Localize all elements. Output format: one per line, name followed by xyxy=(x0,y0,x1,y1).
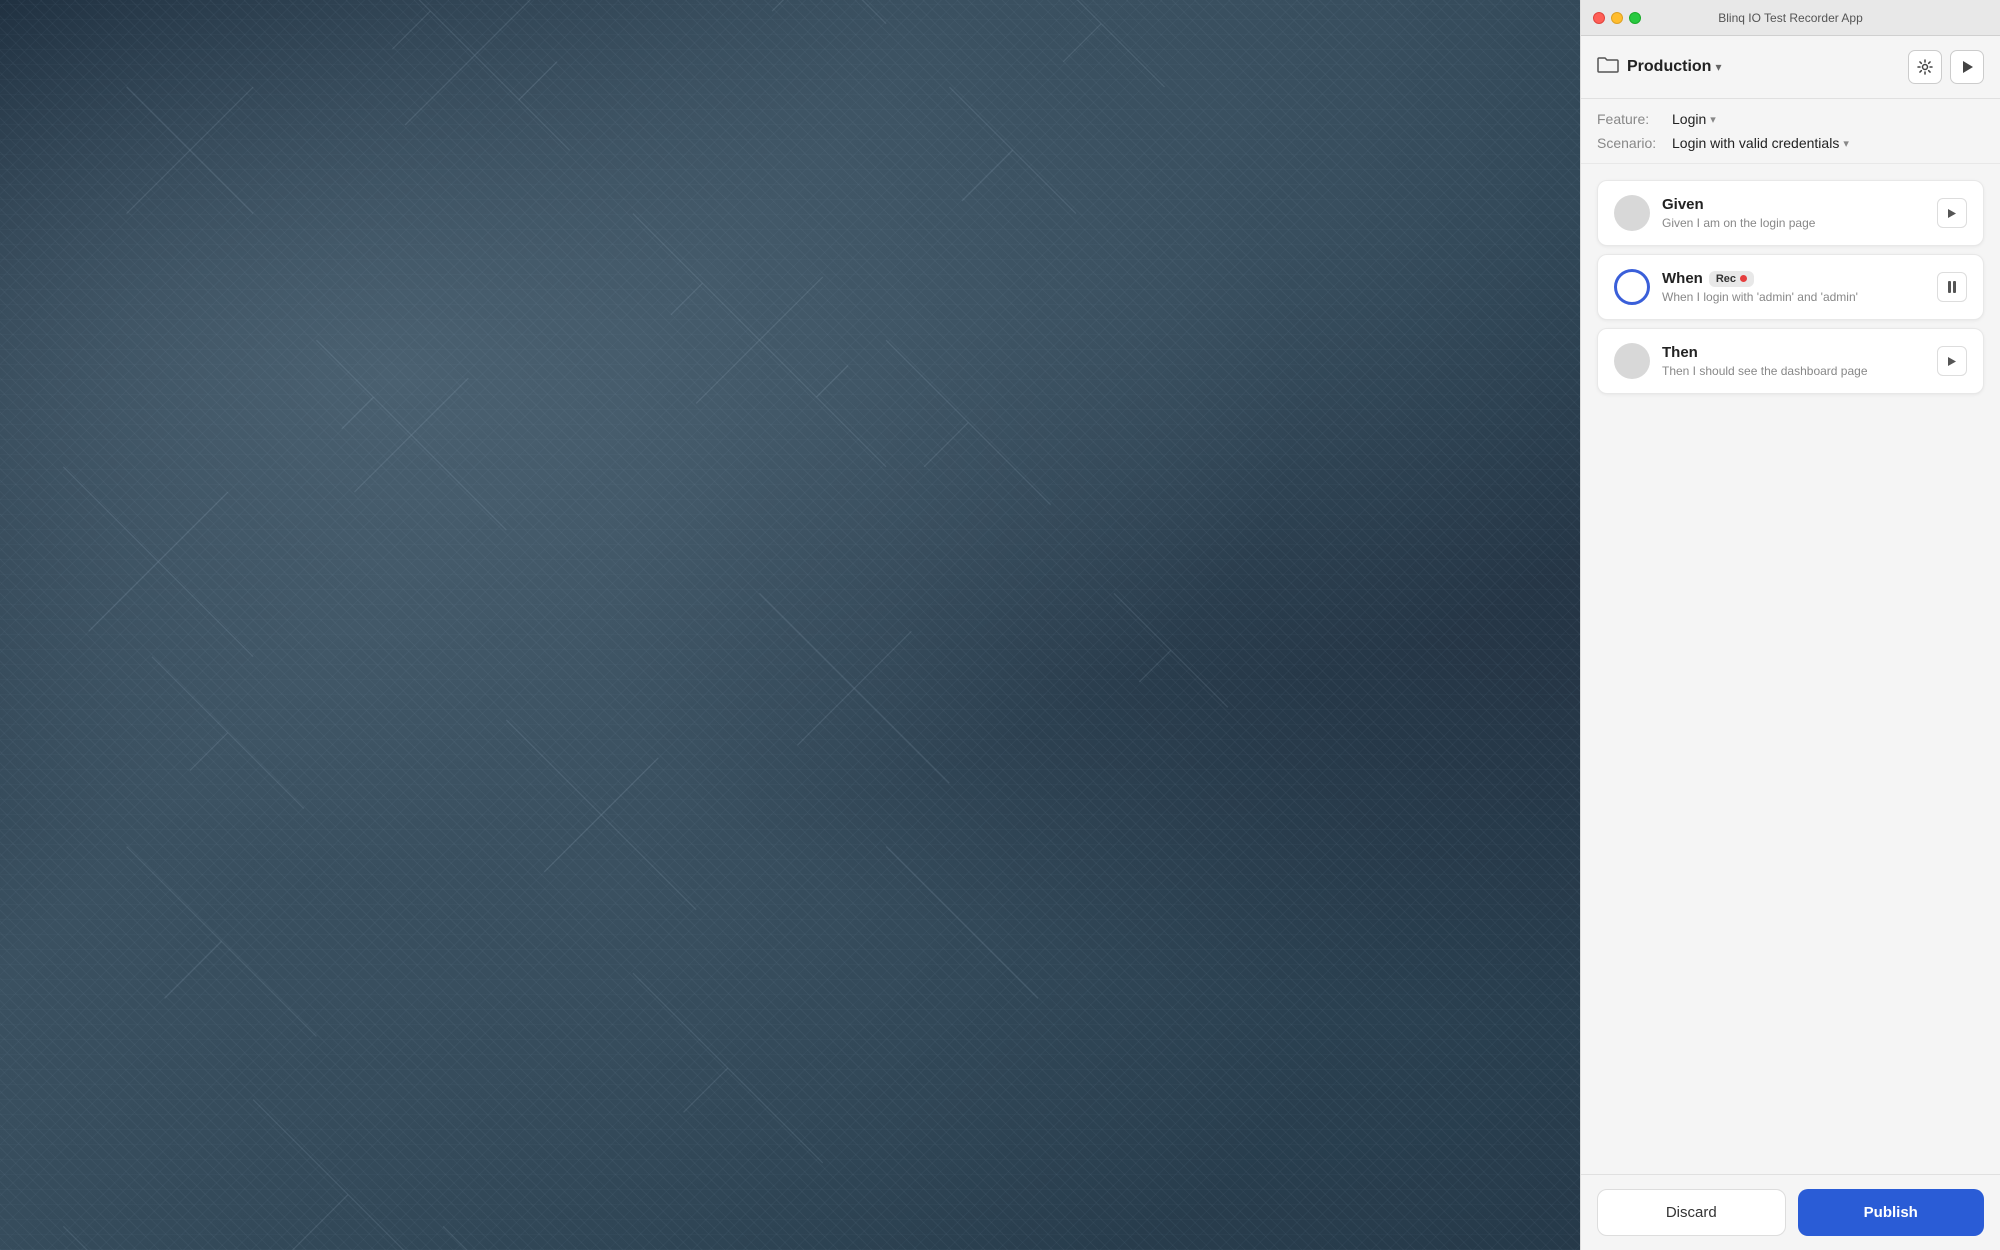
settings-button[interactable] xyxy=(1908,50,1942,84)
project-chevron-icon: ▾ xyxy=(1715,60,1721,74)
close-button[interactable] xyxy=(1593,12,1605,24)
maximize-button[interactable] xyxy=(1629,12,1641,24)
play-icon xyxy=(1947,208,1957,219)
title-bar: Blinq IO Test Recorder App xyxy=(1581,0,2000,36)
scenario-selector[interactable]: Login with valid credentials ▾ xyxy=(1672,135,1849,151)
project-name: Production xyxy=(1627,58,1711,76)
rec-dot-icon xyxy=(1740,275,1747,282)
feature-chevron-icon: ▾ xyxy=(1710,113,1716,126)
step-given: Given Given I am on the login page xyxy=(1597,180,1984,246)
app-content: Production ▾ xyxy=(1581,36,2000,1250)
step-then-play-button[interactable] xyxy=(1937,346,1967,376)
window-title: Blinq IO Test Recorder App xyxy=(1718,11,1863,25)
scenario-chevron-icon: ▾ xyxy=(1843,137,1849,150)
gear-icon xyxy=(1917,59,1933,75)
run-button[interactable] xyxy=(1950,50,1984,84)
rec-label: Rec xyxy=(1716,273,1736,285)
step-when-title-row: When Rec xyxy=(1662,270,1925,287)
traffic-lights xyxy=(1593,12,1641,24)
folder-icon xyxy=(1597,56,1619,79)
scenario-value: Login with valid credentials xyxy=(1672,135,1839,151)
step-then-description: Then I should see the dashboard page xyxy=(1662,364,1925,378)
toolbar-left: Production ▾ xyxy=(1597,56,1721,79)
step-when: When Rec When I login with 'admin' and '… xyxy=(1597,254,1984,320)
play-icon xyxy=(1947,356,1957,367)
step-then-info: Then Then I should see the dashboard pag… xyxy=(1662,344,1925,378)
publish-button[interactable]: Publish xyxy=(1798,1189,1985,1236)
play-triangle-icon xyxy=(1960,60,1974,74)
project-selector[interactable]: Production ▾ xyxy=(1627,58,1721,76)
scenario-label: Scenario: xyxy=(1597,135,1672,151)
step-given-title-row: Given xyxy=(1662,196,1925,213)
step-when-indicator xyxy=(1614,269,1650,305)
meta-section: Feature: Login ▾ Scenario: Login with va… xyxy=(1581,99,2000,164)
step-given-play-button[interactable] xyxy=(1937,198,1967,228)
pause-bar-right xyxy=(1953,281,1956,293)
feature-value: Login xyxy=(1672,111,1706,127)
pause-bar-left xyxy=(1948,281,1951,293)
step-given-indicator xyxy=(1614,195,1650,231)
feature-selector[interactable]: Login ▾ xyxy=(1672,111,1716,127)
step-then-indicator xyxy=(1614,343,1650,379)
discard-button[interactable]: Discard xyxy=(1597,1189,1786,1236)
step-then-title-row: Then xyxy=(1662,344,1925,361)
minimize-button[interactable] xyxy=(1611,12,1623,24)
step-when-keyword: When xyxy=(1662,270,1703,287)
pause-icon xyxy=(1948,281,1956,293)
toolbar: Production ▾ xyxy=(1581,36,2000,99)
feature-row: Feature: Login ▾ xyxy=(1597,111,1984,127)
rec-badge: Rec xyxy=(1709,271,1754,287)
step-given-description: Given I am on the login page xyxy=(1662,216,1925,230)
step-given-info: Given Given I am on the login page xyxy=(1662,196,1925,230)
step-given-keyword: Given xyxy=(1662,196,1704,213)
step-then: Then Then I should see the dashboard pag… xyxy=(1597,328,1984,394)
step-when-description: When I login with 'admin' and 'admin' xyxy=(1662,290,1925,304)
step-then-keyword: Then xyxy=(1662,344,1698,361)
footer: Discard Publish xyxy=(1581,1174,2000,1250)
scenario-row: Scenario: Login with valid credentials ▾ xyxy=(1597,135,1984,151)
toolbar-right xyxy=(1908,50,1984,84)
step-when-info: When Rec When I login with 'admin' and '… xyxy=(1662,270,1925,304)
app-window: Blinq IO Test Recorder App Production ▾ xyxy=(1580,0,2000,1250)
steps-section: Given Given I am on the login page When xyxy=(1581,164,2000,1174)
step-when-pause-button[interactable] xyxy=(1937,272,1967,302)
feature-label: Feature: xyxy=(1597,111,1672,127)
